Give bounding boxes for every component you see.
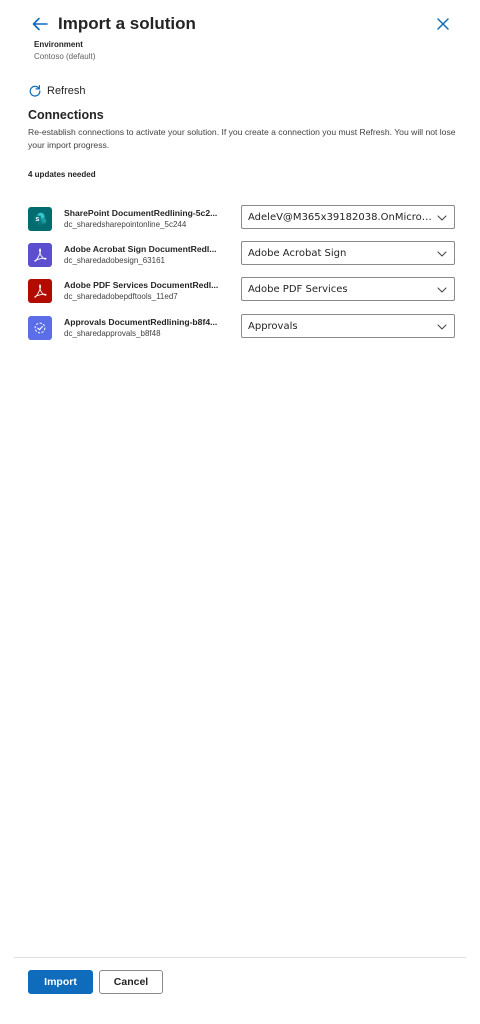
refresh-label: Refresh [47,85,86,97]
approvals-icon [28,316,52,340]
chevron-down-icon [437,287,447,293]
connection-row-sharepoint: S SharePoint DocumentRedlining-5c2... dc… [28,205,458,233]
back-arrow-icon[interactable] [28,12,52,36]
import-button[interactable]: Import [28,970,93,994]
sharepoint-icon: S [28,207,52,231]
refresh-button[interactable]: Refresh [28,82,86,100]
connection-dropdown-approvals[interactable]: Approvals [241,314,455,338]
connection-name: Approvals DocumentRedlining-b8f4... [64,317,218,327]
connection-dropdown-value: Approvals [248,321,298,332]
connection-id: dc_sharedadobepdftools_11ed7 [64,292,178,301]
refresh-icon [29,84,41,97]
connection-id: dc_sharedadobesign_63161 [64,256,165,265]
connection-dropdown-value: Adobe PDF Services [248,284,348,295]
footer-divider [14,957,466,958]
panel-header: Import a solution [0,0,480,40]
connection-dropdown-adobe-sign[interactable]: Adobe Acrobat Sign [241,241,455,265]
adobe-pdf-services-icon [28,279,52,303]
connection-name: Adobe PDF Services DocumentRedl... [64,280,219,290]
environment-label: Environment [34,40,83,49]
connection-id: dc_sharedapprovals_b8f48 [64,329,161,338]
connection-dropdown-value: Adobe Acrobat Sign [248,248,347,259]
connections-description: Re-establish connections to activate you… [28,127,456,150]
svg-text:S: S [36,217,40,223]
connection-dropdown-sharepoint[interactable]: AdeleV@M365x39182038.OnMicroso... [241,205,455,229]
connection-name: Adobe Acrobat Sign DocumentRedl... [64,244,217,254]
connection-row-adobe-sign: Adobe Acrobat Sign DocumentRedl... dc_sh… [28,241,458,269]
cancel-button[interactable]: Cancel [99,970,163,994]
connection-name: SharePoint DocumentRedlining-5c2... [64,208,218,218]
connections-heading: Connections [28,108,104,122]
adobe-acrobat-sign-icon [28,243,52,267]
connection-id: dc_sharedsharepointonline_5c244 [64,220,187,229]
chevron-down-icon [437,251,447,257]
chevron-down-icon [437,215,447,221]
close-icon[interactable] [432,13,454,35]
connection-dropdown-adobe-pdf[interactable]: Adobe PDF Services [241,277,455,301]
connection-dropdown-value: AdeleV@M365x39182038.OnMicroso... [248,212,434,223]
connection-row-adobe-pdf: Adobe PDF Services DocumentRedl... dc_sh… [28,277,458,305]
connection-row-approvals: Approvals DocumentRedlining-b8f4... dc_s… [28,314,458,342]
chevron-down-icon [437,324,447,330]
updates-needed-count: 4 updates needed [28,170,96,179]
environment-value: Contoso (default) [34,52,96,61]
page-title: Import a solution [58,14,196,33]
